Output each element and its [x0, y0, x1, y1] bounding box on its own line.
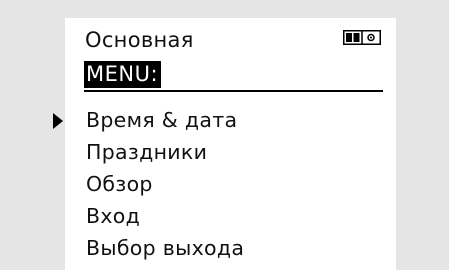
split-screen-icon — [343, 30, 381, 45]
menu-item-label: Вход — [86, 204, 141, 228]
screen-title: Основная — [85, 28, 194, 52]
menu-item-time-date[interactable]: Время & дата — [53, 104, 396, 136]
menu-item-overview[interactable]: Обзор — [65, 168, 396, 200]
divider — [84, 90, 383, 92]
menu-item-label: Обзор — [86, 172, 153, 196]
menu-item-label: Праздники — [86, 140, 208, 164]
selection-cursor-icon — [53, 113, 63, 129]
menu-item-input[interactable]: Вход — [65, 200, 396, 232]
menu-item-label: Выбор выхода — [86, 236, 245, 260]
menu-list: Время & дата Праздники Обзор Вход Выбор … — [53, 104, 396, 264]
menu-item-output-select[interactable]: Выбор выхода — [65, 232, 396, 264]
menu-item-label: Время & дата — [86, 108, 238, 132]
display-screen: Основная MENU: Время & дата Праздники Об… — [53, 18, 396, 270]
menu-item-holidays[interactable]: Праздники — [65, 136, 396, 168]
menu-label: MENU: — [84, 61, 162, 88]
